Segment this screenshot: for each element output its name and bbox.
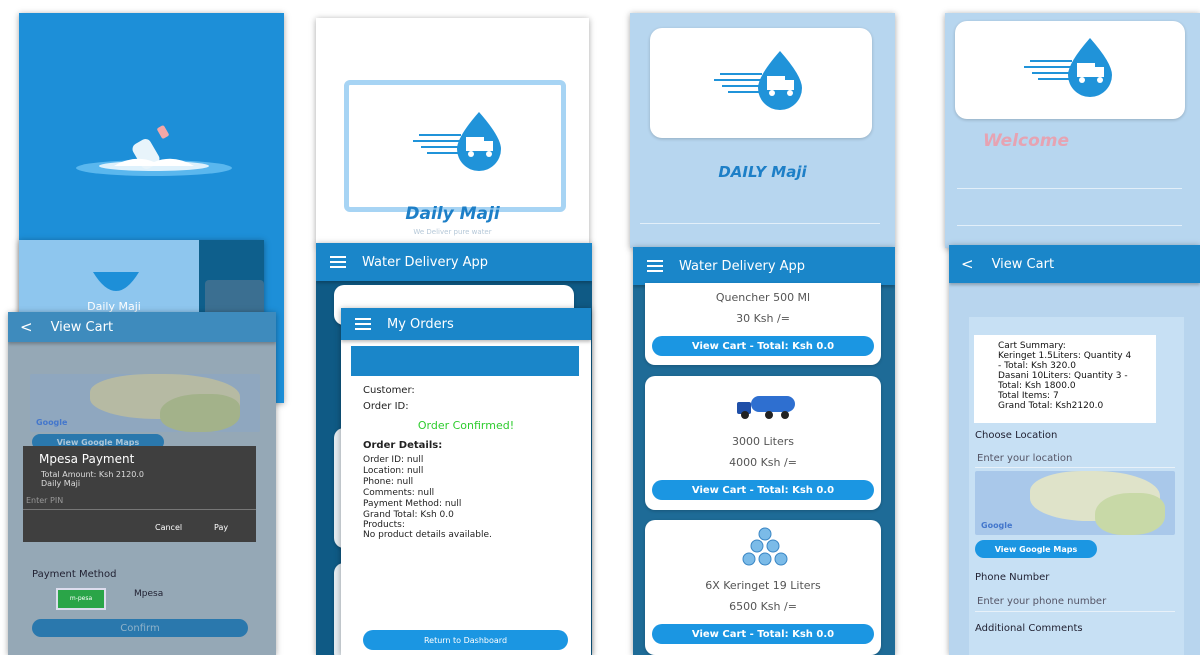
phone-number-label: Phone Number [975, 572, 1050, 583]
return-to-dashboard-button[interactable]: Return to Dashboard [363, 630, 568, 650]
water-bottles-stack-icon [742, 527, 788, 566]
detail-line: Location: null [363, 466, 424, 476]
order-id-label: Order ID: [363, 401, 409, 412]
appbar-title: My Orders [387, 316, 454, 332]
phone-input[interactable]: Enter your phone number [977, 596, 1106, 607]
pin-input[interactable]: Enter PIN [26, 496, 63, 505]
my-orders-screen: My Orders Customer: Order ID: Order Conf… [341, 308, 591, 655]
summary-line: - Total: Ksh 320.0 [998, 361, 1076, 371]
summary-line: Total: Ksh 1800.0 [998, 381, 1076, 391]
field-underline [957, 225, 1182, 226]
view-cart-screen: < View Cart Cart Summary: Keringet 1.5Li… [949, 245, 1200, 655]
field-underline [640, 223, 880, 224]
confirm-button[interactable]: Confirm [32, 619, 248, 637]
logo-frame [344, 80, 566, 212]
view-google-maps-button[interactable]: View Google Maps [975, 540, 1097, 558]
view-cart-button[interactable]: View Cart - Total: Ksh 0.0 [652, 336, 874, 356]
my-orders-appbar: My Orders [341, 308, 591, 340]
mpesa-option-label: Mpesa [134, 589, 164, 599]
detail-line: Payment Method: null [363, 499, 462, 509]
location-input[interactable]: Enter your location [977, 453, 1072, 464]
detail-line: Order ID: null [363, 455, 424, 465]
mpesa-logo-text: m-pesa [69, 595, 93, 602]
product-price: 4000 Ksh /= [729, 456, 797, 469]
choose-location-label: Choose Location [975, 430, 1058, 441]
phone-underline [975, 611, 1175, 612]
product-price: 30 Ksh /= [736, 312, 790, 325]
logo-card [955, 21, 1185, 119]
mpesa-payment-dialog: Mpesa Payment Total Amount: Ksh 2120.0 D… [23, 446, 256, 542]
google-map[interactable]: Google [30, 374, 260, 432]
pay-button[interactable]: Pay [214, 523, 228, 532]
view-cart-appbar: < View Cart [8, 312, 276, 342]
menu-icon[interactable] [355, 315, 371, 333]
product-card: Quencher 500 Ml 30 Ksh /= View Cart - To… [645, 283, 881, 365]
appbar-title: Water Delivery App [679, 258, 806, 274]
order-details-title: Order Details: [363, 440, 443, 451]
summary-line: Total Items: 7 [998, 391, 1059, 401]
login-app-name: DAILY Maji [718, 163, 807, 181]
google-logo: Google [981, 521, 1013, 530]
location-underline [975, 467, 1175, 468]
view-cart-appbar: < View Cart [949, 245, 1200, 283]
product-price: 6500 Ksh /= [729, 600, 797, 613]
google-map[interactable]: Google [975, 471, 1175, 535]
cancel-button[interactable]: Cancel [155, 523, 182, 532]
water-tanker-truck-icon [737, 396, 795, 419]
product-name: Quencher 500 Ml [715, 291, 811, 304]
google-logo: Google [36, 418, 68, 427]
appbar-title: Water Delivery App [362, 254, 489, 270]
dialog-merchant: Daily Maji [41, 479, 81, 488]
detail-line: Comments: null [363, 488, 435, 498]
welcome-screen: Welcome [945, 13, 1200, 248]
delivery-truck-logo-icon [1024, 38, 1112, 97]
delivery-truck-logo-icon [413, 112, 501, 171]
back-arrow-icon[interactable]: < [20, 318, 33, 336]
field-underline [957, 188, 1182, 189]
login-screen: DAILY Maji [630, 13, 895, 248]
order-confirmed-text: Order Confirmed! [417, 419, 515, 432]
payment-method-label: Payment Method [32, 569, 117, 580]
daily-maji-splash: Daily Maji We Deliver pure water [316, 18, 589, 246]
view-cart-payment-screen: < View Cart Google View Google Maps Mpes… [8, 312, 276, 655]
order-details-list: Order ID: null Location: null Phone: nul… [363, 455, 461, 521]
product-name: 3000 Liters [731, 435, 794, 448]
additional-comments-label: Additional Comments [975, 623, 1083, 634]
summary-line: Grand Total: Ksh2120.0 [998, 401, 1104, 411]
delivery-truck-logo-icon [714, 51, 802, 110]
summary-line: Keringet 1.5Liters: Quantity 4 [998, 351, 1132, 361]
summary-line: Dasani 10Liters: Quantity 3 - [998, 371, 1128, 381]
bottle-in-water-illustration [76, 125, 232, 176]
welcome-title: Welcome [983, 131, 1070, 151]
cart-summary-box: Cart Summary: Keringet 1.5Liters: Quanti… [974, 335, 1156, 423]
products-none-text: No product details available. [363, 530, 492, 540]
product-name: 6X Keringet 19 Liters [705, 579, 821, 592]
appbar-title: View Cart [991, 256, 1055, 272]
water-delivery-appbar: Water Delivery App [316, 243, 592, 281]
back-arrow-icon[interactable]: < [961, 255, 974, 273]
customer-label: Customer: [363, 385, 415, 396]
water-delivery-appbar: Water Delivery App [633, 247, 895, 285]
tagline: We Deliver pure water [413, 228, 492, 236]
dialog-title: Mpesa Payment [39, 452, 135, 466]
logo-card [650, 28, 872, 138]
dialog-amount: Total Amount: Ksh 2120.0 [41, 470, 144, 479]
product-card: 6X Keringet 19 Liters 6500 Ksh /= View C… [645, 520, 881, 655]
mpesa-logo[interactable]: m-pesa [56, 588, 106, 610]
view-cart-button[interactable]: View Cart - Total: Ksh 0.0 [652, 624, 874, 644]
view-cart-button[interactable]: View Cart - Total: Ksh 0.0 [652, 480, 874, 500]
menu-icon[interactable] [647, 257, 663, 275]
water-drop-icon [93, 272, 139, 291]
summary-line: Cart Summary: [998, 341, 1066, 351]
product-card: 3000 Liters 4000 Ksh /= View Cart - Tota… [645, 376, 881, 510]
appbar-title: View Cart [50, 319, 114, 335]
order-header-bar [351, 346, 579, 376]
products-screen: Water Delivery App Quencher 500 Ml 30 Ks… [633, 247, 895, 655]
app-name: Daily Maji [405, 204, 500, 224]
detail-line: Phone: null [363, 477, 414, 487]
menu-icon[interactable] [330, 253, 346, 271]
pin-underline [23, 509, 256, 510]
